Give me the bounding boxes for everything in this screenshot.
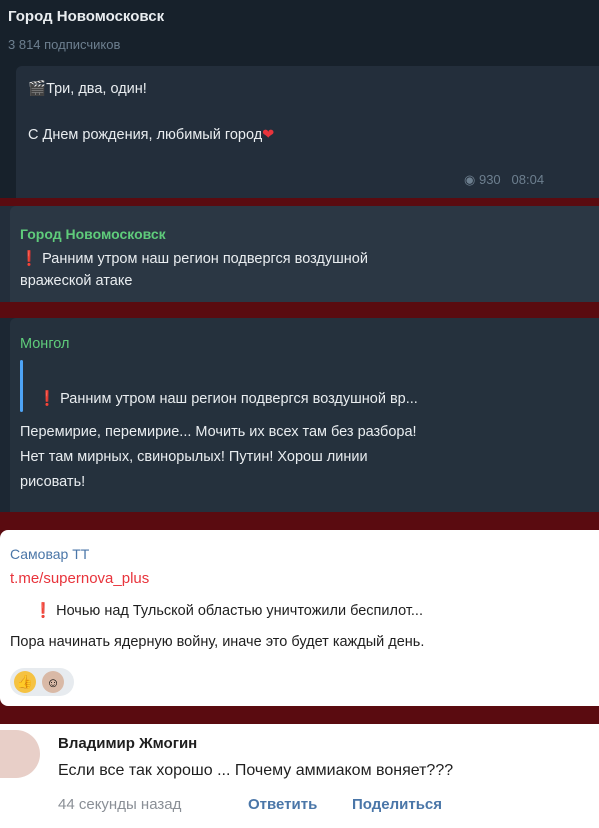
message-author[interactable]: Самовар ТТ [10,546,89,562]
clapper-board-icon: 🎬 [28,81,47,97]
exclamation-icon: ❗ [38,391,57,407]
channel-title[interactable]: Город Новомосковск [8,8,164,25]
quote-bar [20,360,23,412]
message-bubble [10,318,599,512]
message-line: рисовать! [20,474,86,490]
message-author[interactable]: Монгол [20,336,70,352]
message-line: С Днем рождения, любимый город❤ [28,127,275,143]
comment-panel: Владимир Жмогин Если все так хорошо ... … [0,724,599,828]
exclamation-icon: ❗ [34,603,53,619]
comment-text: Если все так хорошо ... Почему аммиаком … [58,762,454,779]
avatar[interactable] [0,730,40,778]
message-line: Пора начинать ядерную войну, иначе это б… [10,634,425,650]
message-line: вражеской атаке [20,273,133,289]
message-time: 08:04 [511,172,545,187]
exclamation-icon: ❗ [20,251,39,267]
message-author[interactable]: Город Новомосковск [20,226,166,242]
channel-post-panel: Город Новомосковск 3 814 подписчиков 🎬Тр… [0,0,599,198]
reply-post-panel: Монгол ❗ Ранним утром наш регион подверг… [0,318,599,512]
eye-icon: ◉ [464,172,476,187]
subscriber-count: 3 814 подписчиков [8,37,121,52]
heart-icon: ❤ [262,127,275,143]
share-button[interactable]: Поделиться [352,796,442,813]
channel-link[interactable]: t.me/supernova_plus [10,570,149,587]
light-post-panel: Самовар ТТ t.me/supernova_plus ❗ Ночью н… [0,530,599,706]
comment-time: 44 секунды назад [58,796,182,813]
message-line: Перемирие, перемирие... Мочить их всех т… [20,424,417,440]
avatar-icon[interactable]: ☺ [42,671,64,693]
reactions[interactable]: 👍 ☺ [10,668,74,696]
message-line: Нет там мирных, свинорылых! Путин! Хорош… [20,449,368,465]
quoted-message[interactable]: ❗ Ранним утром наш регион подвергся возд… [38,390,418,407]
reply-button[interactable]: Ответить [248,796,317,813]
thumbs-up-icon[interactable]: 👍 [14,671,36,693]
message-line: 🎬Три, два, один! [28,81,147,97]
comment-author[interactable]: Владимир Жмогин [58,735,197,752]
message-line: ❗ Ранним утром наш регион подвергся возд… [20,251,368,267]
forwarded-post-panel: Город Новомосковск ❗ Ранним утром наш ре… [0,206,599,302]
message-meta: ◉ 930 08:04 [464,172,544,188]
view-count: 930 [478,172,501,187]
quoted-message[interactable]: ❗ Ночью над Тульской областью уничтожили… [34,602,423,619]
